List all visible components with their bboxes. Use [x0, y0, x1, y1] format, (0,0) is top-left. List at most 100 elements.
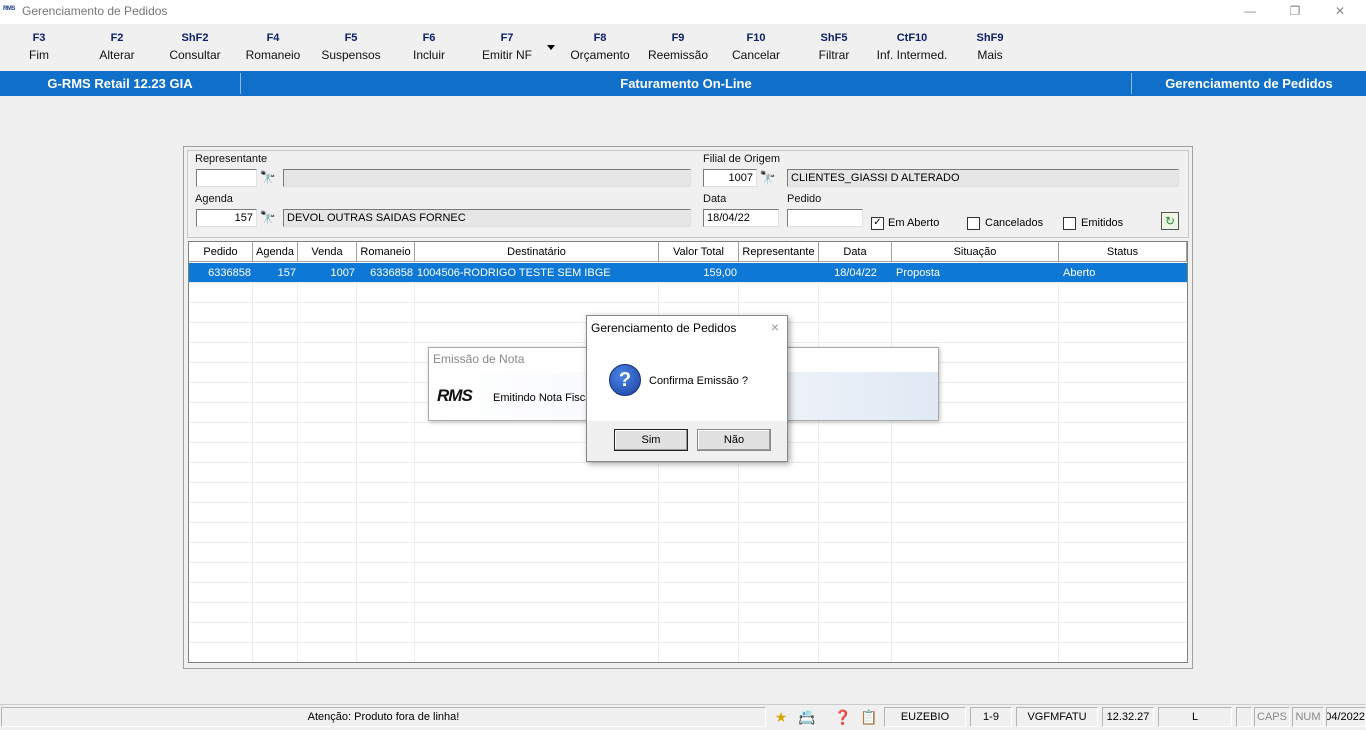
grid-line — [189, 502, 1187, 503]
key-label: ShF9 — [976, 32, 1004, 44]
toolbar-button-orcamento[interactable]: F8 Orçamento — [562, 30, 638, 62]
button-label: Mais — [977, 48, 1003, 62]
grid-line — [189, 522, 1187, 523]
progress-message: Emitindo Nota Fiscal — [493, 392, 594, 404]
dialog-title: Emissão de Nota — [433, 352, 525, 366]
status-blank — [1236, 707, 1252, 727]
toolbar-button-cancelar[interactable]: F10 Cancelar — [718, 30, 794, 62]
cell-representante — [739, 263, 819, 283]
representante-field[interactable] — [196, 169, 257, 187]
grid-line — [189, 622, 1187, 623]
key-label: F5 — [344, 32, 358, 44]
cancelados-label: Cancelados — [985, 217, 1044, 229]
minimize-icon[interactable]: — — [1227, 2, 1273, 22]
key-label: F10 — [746, 32, 766, 44]
column-header[interactable]: Valor Total — [659, 242, 739, 262]
toolbar-button-reemissao[interactable]: F9 Reemissão — [640, 30, 716, 62]
module-title: Faturamento On-Line — [620, 76, 752, 91]
toolbar-button-mais[interactable]: ShF9 Mais — [952, 30, 1028, 62]
grid-line — [189, 582, 1187, 583]
emitidos-checkbox[interactable] — [1063, 217, 1076, 230]
status-range: 1-9 — [970, 707, 1012, 727]
grid-line — [189, 562, 1187, 563]
column-header[interactable]: Destinatário — [415, 242, 659, 262]
cancelados-checkbox[interactable] — [967, 217, 980, 230]
title-bar: RMS Gerenciamento de Pedidos — ❐ ✕ — [0, 0, 1366, 24]
dialog-message: Confirma Emissão ? — [649, 375, 749, 387]
em-aberto-checkbox[interactable]: ✓ — [871, 217, 884, 230]
binoculars-search-icon[interactable]: 🔭 — [259, 169, 277, 187]
table-row[interactable]: 6336858 157 1007 6336858 1004506-RODRIGO… — [189, 263, 1187, 282]
toolbar-button-fim[interactable]: F3 Fim — [1, 30, 77, 62]
data-field[interactable]: 18/04/22 — [703, 209, 779, 227]
binoculars-search-icon[interactable]: 🔭 — [759, 169, 777, 187]
chevron-down-icon[interactable] — [547, 45, 555, 50]
restore-icon[interactable]: ❐ — [1272, 2, 1318, 22]
agenda-field[interactable]: 157 — [196, 209, 257, 227]
clipboard-icon[interactable]: 📋 — [858, 707, 880, 727]
column-header[interactable]: Status — [1059, 242, 1187, 262]
cell-valor-total: 159,00 — [703, 267, 737, 279]
toolbar-button-romaneio[interactable]: F4 Romaneio — [235, 30, 311, 62]
refresh-icon[interactable]: ↻ — [1161, 212, 1179, 230]
toolbar-button-alterar[interactable]: F2 Alterar — [79, 30, 155, 62]
toolbar-button-inf-intermed[interactable]: CtF10 Inf. Intermed. — [874, 30, 950, 62]
pedido-field[interactable] — [787, 209, 863, 227]
toolbar-button-incluir[interactable]: F6 Incluir — [391, 30, 467, 62]
button-label: Emitir NF — [482, 48, 532, 62]
toolbar-button-consultar[interactable]: ShF2 Consultar — [157, 30, 233, 62]
key-label: ShF5 — [820, 32, 848, 44]
question-icon: ? — [609, 364, 641, 396]
toolbar-button-filtrar[interactable]: ShF5 Filtrar — [796, 30, 872, 62]
key-label: F8 — [593, 32, 607, 44]
pedido-label: Pedido — [787, 193, 822, 205]
agenda-label: Agenda — [195, 193, 233, 205]
column-header[interactable]: Representante — [739, 242, 819, 262]
status-user: EUZEBIO — [884, 707, 966, 727]
cell-venda: 1007 — [330, 267, 355, 279]
key-label: CtF10 — [896, 32, 928, 44]
toolbar-button-emitir-nf[interactable]: F7 Emitir NF — [469, 30, 545, 62]
column-header[interactable]: Data — [819, 242, 892, 262]
num-indicator: NUM — [1292, 707, 1324, 727]
key-label: F2 — [110, 32, 124, 44]
cell-pedido: 6336858 — [208, 267, 251, 279]
column-header[interactable]: Agenda — [253, 242, 298, 262]
button-label: Suspensos — [321, 48, 381, 62]
emitidos-label: Emitidos — [1081, 217, 1124, 229]
button-label: Filtrar — [818, 48, 850, 62]
filial-field[interactable]: 1007 — [703, 169, 757, 187]
close-icon[interactable]: × — [771, 319, 779, 335]
column-header[interactable]: Venda — [298, 242, 357, 262]
binoculars-search-icon[interactable]: 🔭 — [259, 209, 277, 227]
representante-description — [283, 169, 691, 187]
button-label: Incluir — [412, 48, 445, 62]
caps-indicator: CAPS — [1254, 707, 1290, 727]
key-label: F9 — [671, 32, 685, 44]
user-card-icon[interactable]: 📇 — [796, 707, 818, 727]
cell-destinatario: 1004506-RODRIGO TESTE SEM IBGE — [417, 267, 611, 279]
column-header[interactable]: Romaneio — [357, 242, 415, 262]
close-icon[interactable]: ✕ — [1317, 2, 1363, 22]
grid-line — [189, 302, 1187, 303]
key-label: ShF2 — [181, 32, 209, 44]
key-label: F4 — [266, 32, 280, 44]
representante-label: Representante — [195, 153, 268, 165]
dialog-title: Gerenciamento de Pedidos — [591, 321, 737, 335]
nao-button[interactable]: Não — [697, 429, 771, 451]
help-icon[interactable]: ❓ — [832, 707, 854, 727]
button-label: Inf. Intermed. — [876, 48, 948, 62]
column-header[interactable]: Pedido — [189, 242, 253, 262]
sim-button[interactable]: Sim — [614, 429, 688, 451]
rms-logo: RMS — [437, 386, 473, 405]
dialog-footer: Sim Não — [587, 421, 787, 461]
star-icon[interactable]: ★ — [770, 707, 792, 727]
button-label: Romaneio — [245, 48, 301, 62]
column-header[interactable]: Situação — [892, 242, 1059, 262]
module-banner: G-RMS Retail 12.23 GIA Faturamento On-Li… — [0, 71, 1366, 96]
em-aberto-label: Em Aberto — [888, 217, 940, 229]
window-title: Gerenciamento de Pedidos — [22, 4, 168, 18]
cell-romaneio: 6336858 — [370, 267, 413, 279]
app-logo-icon: RMS — [3, 6, 15, 12]
toolbar-button-suspensos[interactable]: F5 Suspensos — [313, 30, 389, 62]
